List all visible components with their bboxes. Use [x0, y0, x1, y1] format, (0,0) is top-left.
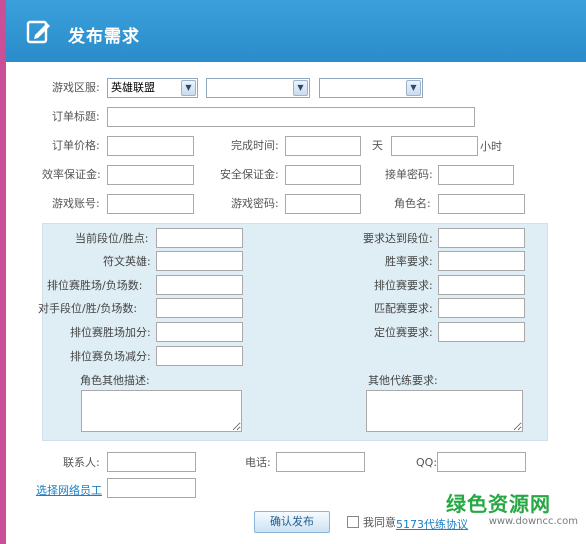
finish-hours-input[interactable]: [391, 136, 478, 156]
placement-req-label: 定位赛要求:: [374, 326, 433, 339]
security-deposit-label: 安全保证金:: [220, 168, 279, 181]
watermark: 绿色资源网 www.downcc.com: [446, 492, 586, 528]
ranked-loss-points-label: 排位赛负场减分:: [70, 350, 151, 363]
contact-input[interactable]: [107, 452, 196, 472]
ranked-record-label: 排位赛胜场/负场数:: [47, 279, 143, 292]
chevron-down-icon: ▼: [406, 80, 421, 96]
game-password-input[interactable]: [285, 194, 361, 214]
chevron-down-icon: ▼: [181, 80, 196, 96]
game-password-label: 游戏密码:: [231, 197, 279, 210]
target-rank-label: 要求达到段位:: [363, 232, 433, 245]
order-title-label: 订单标题:: [52, 110, 100, 123]
game-account-label: 游戏账号:: [52, 197, 100, 210]
other-req-textarea[interactable]: [366, 390, 523, 432]
win-rate-input[interactable]: [438, 251, 525, 271]
ranked-req-input[interactable]: [438, 275, 525, 295]
agree-checkbox[interactable]: [347, 516, 359, 528]
day-unit-label: 天: [372, 139, 383, 152]
rune-hero-label: 符文英雄:: [103, 255, 151, 268]
normal-req-input[interactable]: [438, 298, 525, 318]
security-deposit-input[interactable]: [285, 165, 361, 185]
role-name-label: 角色名:: [394, 197, 431, 210]
publish-dialog: 发布需求 游戏区服: 英雄联盟 ▼ ▼ ▼ 订单标题: 订单价格: 完成时间: …: [6, 0, 586, 544]
chevron-down-icon: ▼: [293, 80, 308, 96]
win-rate-label: 胜率要求:: [385, 255, 433, 268]
staff-input[interactable]: [107, 478, 196, 498]
role-name-input[interactable]: [438, 194, 525, 214]
finish-days-input[interactable]: [285, 136, 361, 156]
ranked-req-label: 排位赛要求:: [374, 279, 433, 292]
placement-req-input[interactable]: [438, 322, 525, 342]
order-title-input[interactable]: [107, 107, 475, 127]
qq-label: QQ:: [416, 456, 438, 469]
dialog-title: 发布需求: [68, 27, 140, 47]
target-rank-input[interactable]: [438, 228, 525, 248]
edit-icon: [26, 20, 50, 44]
game-server-label: 游戏区服:: [52, 81, 100, 94]
game-select-value: 英雄联盟: [111, 81, 155, 94]
accept-password-label: 接单密码:: [385, 168, 433, 181]
ranked-record-input[interactable]: [156, 275, 243, 295]
submit-button[interactable]: 确认发布: [254, 511, 330, 533]
phone-input[interactable]: [276, 452, 365, 472]
qq-input[interactable]: [437, 452, 526, 472]
finish-time-label: 完成时间:: [231, 139, 279, 152]
ranked-loss-points-input[interactable]: [156, 346, 243, 366]
title-bar: 发布需求: [6, 0, 586, 62]
order-price-label: 订单价格:: [52, 139, 100, 152]
watermark-url: www.downcc.com: [488, 516, 578, 527]
region-select[interactable]: ▼: [206, 78, 310, 98]
agree-label: 我同意: [363, 516, 396, 529]
opponent-label: 对手段位/胜/负场数:: [38, 302, 138, 315]
rune-hero-input[interactable]: [156, 251, 243, 271]
opponent-input[interactable]: [156, 298, 243, 318]
hour-unit-label: 小时: [480, 140, 502, 153]
watermark-brand: 绿色资源网: [446, 492, 551, 516]
game-select[interactable]: 英雄联盟 ▼: [107, 78, 198, 98]
order-price-input[interactable]: [107, 136, 194, 156]
contact-label: 联系人:: [63, 456, 100, 469]
current-rank-label: 当前段位/胜点:: [75, 232, 149, 245]
phone-label: 电话:: [245, 456, 271, 469]
requirements-panel: 当前段位/胜点: 要求达到段位: 符文英雄: 胜率要求: 排位赛胜场/负场数: …: [38, 223, 548, 441]
normal-req-label: 匹配赛要求:: [374, 302, 433, 315]
current-rank-input[interactable]: [156, 228, 243, 248]
server-select[interactable]: ▼: [319, 78, 423, 98]
role-desc-label: 角色其他描述:: [80, 374, 150, 387]
accept-password-input[interactable]: [438, 165, 514, 185]
role-desc-textarea[interactable]: [81, 390, 242, 432]
efficiency-deposit-label: 效率保证金:: [42, 168, 101, 181]
pick-staff-link[interactable]: 选择网络员工: [36, 482, 102, 498]
ranked-win-points-label: 排位赛胜场加分:: [70, 326, 151, 339]
ranked-win-points-input[interactable]: [156, 322, 243, 342]
other-req-label: 其他代练要求:: [368, 374, 438, 387]
efficiency-deposit-input[interactable]: [107, 165, 194, 185]
game-account-input[interactable]: [107, 194, 194, 214]
